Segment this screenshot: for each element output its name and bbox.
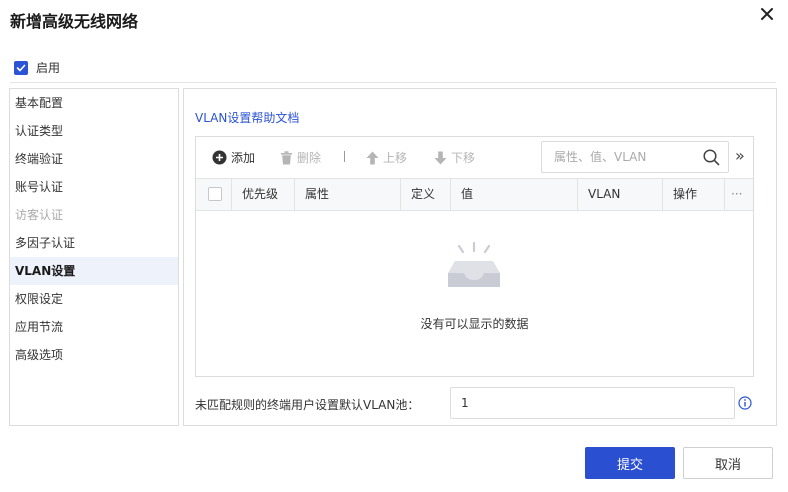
- sidebar-item-permissions[interactable]: 权限设定: [10, 285, 178, 313]
- empty-state-text: 没有可以显示的数据: [420, 317, 529, 331]
- sidebar-item-guest-auth: 访客认证: [15, 208, 64, 222]
- search-box: [541, 141, 729, 173]
- check-icon: [16, 64, 26, 71]
- default-vlan-pool-label: 未匹配规则的终端用户设置默认VLAN池：: [195, 398, 420, 412]
- search-input[interactable]: [542, 142, 702, 172]
- sidebar-item-auth-type[interactable]: 认证类型: [10, 117, 178, 145]
- column-header-definition[interactable]: 定义: [401, 179, 451, 210]
- dialog-title: 新增高级无线网络: [10, 12, 139, 31]
- sidebar-item-mfa[interactable]: 多因子认证: [10, 229, 178, 257]
- close-icon: [761, 8, 773, 20]
- enable-label: 启用: [36, 61, 61, 75]
- delete-button-label: 删除: [297, 151, 322, 165]
- move-up-button[interactable]: 上移: [366, 149, 407, 166]
- default-vlan-pool-input[interactable]: [450, 387, 735, 419]
- trash-icon: [281, 150, 292, 164]
- enable-toggle[interactable]: 启用: [14, 59, 60, 76]
- arrow-down-icon: [434, 151, 447, 164]
- arrow-up-icon: [366, 151, 379, 164]
- sidebar-item-terminal-verify[interactable]: 终端验证: [10, 145, 178, 173]
- column-header-vlan[interactable]: VLAN: [578, 179, 663, 210]
- empty-inbox-icon: [448, 241, 500, 287]
- toolbar-separator: [344, 151, 345, 162]
- column-header-attribute[interactable]: 属性: [295, 179, 401, 210]
- submit-button[interactable]: 提交: [585, 447, 675, 479]
- delete-button[interactable]: 删除: [280, 149, 321, 166]
- cancel-button[interactable]: 取消: [683, 447, 773, 479]
- column-header-priority[interactable]: 优先级: [232, 179, 295, 210]
- info-icon[interactable]: [738, 396, 752, 410]
- close-button[interactable]: [760, 7, 776, 23]
- sidebar-item-app-throttle[interactable]: 应用节流: [10, 313, 178, 341]
- vlan-rules-table: 添加 删除 上移 下移 属性、值、VLAN » 优先级 属性 定义 值 VLAN…: [195, 136, 754, 377]
- move-down-label: 下移: [451, 151, 476, 165]
- sidebar-item-advanced[interactable]: 高级选项: [10, 341, 178, 369]
- column-header-actions[interactable]: 操作: [663, 179, 725, 210]
- add-button-label: 添加: [231, 151, 256, 165]
- select-all-checkbox[interactable]: [208, 187, 222, 201]
- vlan-settings-panel: VLAN设置帮助文档 添加 删除 上移 下移 属性、值、VLAN » 优先级 属…: [183, 88, 777, 426]
- add-circle-icon: [212, 150, 227, 165]
- sidebar-item-vlan[interactable]: VLAN设置: [10, 257, 178, 285]
- divider: [10, 82, 776, 83]
- add-button[interactable]: 添加: [212, 149, 255, 166]
- move-up-label: 上移: [383, 151, 408, 165]
- vlan-help-link[interactable]: VLAN设置帮助文档: [195, 109, 299, 126]
- column-settings-icon[interactable]: ···: [725, 179, 753, 210]
- expand-icon[interactable]: »: [735, 148, 745, 164]
- table-header: 优先级 属性 定义 值 VLAN 操作 ···: [196, 178, 753, 211]
- column-header-value[interactable]: 值: [451, 179, 578, 210]
- move-down-button[interactable]: 下移: [434, 149, 475, 166]
- search-icon[interactable]: [703, 149, 720, 166]
- empty-state: 没有可以显示的数据: [196, 211, 753, 376]
- sidebar-item-basic-config[interactable]: 基本配置: [10, 89, 178, 117]
- sidebar-item-account-auth[interactable]: 账号认证: [10, 173, 178, 201]
- table-toolbar: 添加 删除 上移 下移 属性、值、VLAN »: [196, 137, 753, 178]
- enable-checkbox[interactable]: [14, 60, 28, 75]
- header-select-cell: [196, 179, 232, 210]
- sidebar-nav: 基本配置 认证类型 终端验证 账号认证 访客认证 多因子认证 VLAN设置 权限…: [9, 88, 179, 426]
